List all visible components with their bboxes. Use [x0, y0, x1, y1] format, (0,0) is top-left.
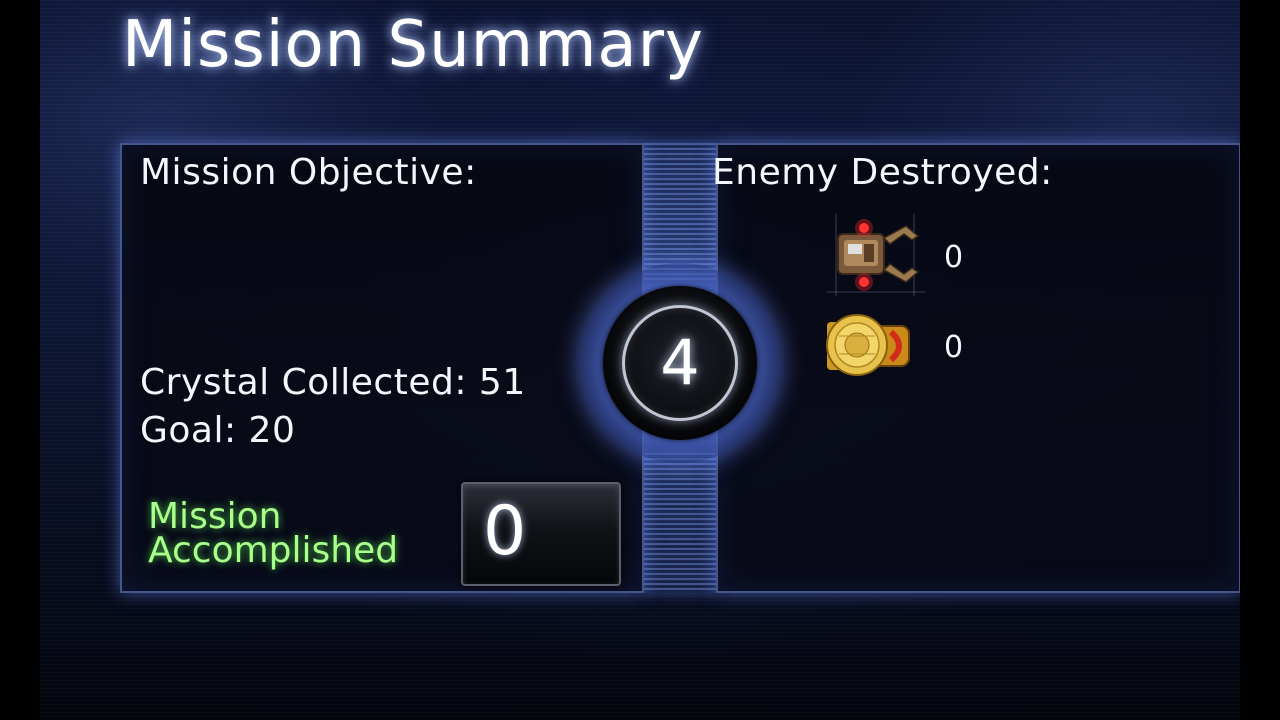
- gold-disc-ship-icon: [821, 312, 917, 378]
- page-title: Mission Summary: [122, 8, 704, 82]
- score-value: 0: [483, 492, 527, 571]
- mission-status: Mission Accomplished: [148, 496, 399, 571]
- enemy-heading: Enemy Destroyed:: [712, 152, 1053, 193]
- enemy-destroyed-panel: [716, 143, 1240, 593]
- panel-connector-bottom: [644, 453, 716, 593]
- mission-status-line-1: Mission: [148, 496, 282, 537]
- enemy-count: 0: [944, 330, 964, 365]
- goal-label: Goal: 20: [140, 410, 296, 451]
- objective-heading: Mission Objective:: [140, 152, 477, 193]
- panel-connector-top: [644, 143, 716, 283]
- mission-status-line-2: Accomplished: [148, 530, 399, 571]
- mission-summary-screen: Mission Summary Mission Objective: Cryst…: [0, 0, 1280, 720]
- crystal-collected-label: Crystal Collected: 51: [140, 362, 526, 403]
- score-display: 0: [461, 482, 621, 586]
- summary-background: Mission Summary Mission Objective: Cryst…: [40, 0, 1240, 720]
- center-badge-value: 4: [660, 326, 700, 399]
- claw-ship-icon: [826, 214, 926, 296]
- enemy-count: 0: [944, 240, 964, 275]
